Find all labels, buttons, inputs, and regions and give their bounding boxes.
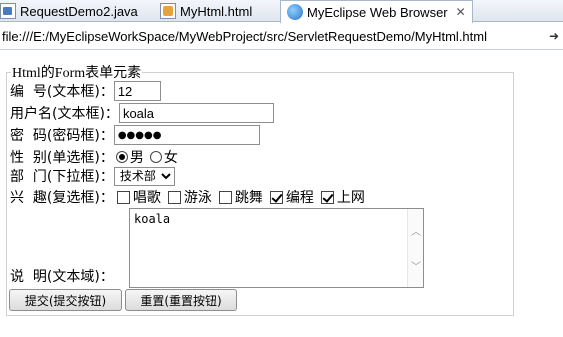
- textarea-scrollbar[interactable]: ︿ ﹀: [407, 209, 423, 287]
- gender-label: 性 别(单选框)：: [10, 150, 114, 166]
- tab-label: RequestDemo2.java: [20, 3, 138, 19]
- tab-label: MyHtml.html: [180, 3, 253, 19]
- row-password: 密 码(密码框)： ●●●●●: [10, 124, 260, 146]
- gender-option-female[interactable]: 女: [148, 147, 178, 167]
- username-label: 用户名(文本框)：: [10, 106, 119, 122]
- address-bar: file:///E:/MyEclipseWorkSpace/MyWebProje…: [0, 24, 563, 50]
- hobby-dancing-label: 跳舞: [234, 190, 263, 206]
- tab-label: MyEclipse Web Browser: [307, 4, 448, 20]
- hobby-swimming[interactable]: 游泳: [165, 187, 212, 207]
- department-select[interactable]: 技术部: [113, 166, 175, 186]
- checkbox-swimming[interactable]: [167, 190, 181, 204]
- html-file-icon: [160, 3, 176, 19]
- hobby-singing[interactable]: 唱歌: [114, 187, 161, 207]
- hobby-internet[interactable]: 上网: [318, 187, 365, 207]
- hobby-programming-label: 编程: [285, 190, 314, 206]
- number-field[interactable]: [113, 81, 161, 101]
- chevron-down-icon[interactable]: ﹀: [411, 258, 421, 273]
- browser-content: Html的Form表单元素 编 号(文本框)： 用户名(文本框)： 密 码(密码…: [0, 52, 563, 337]
- department-label: 部 门(下拉框)：: [10, 169, 114, 185]
- checkbox-internet[interactable]: [320, 190, 334, 204]
- url-input[interactable]: file:///E:/MyEclipseWorkSpace/MyWebProje…: [2, 29, 487, 44]
- submit-button[interactable]: 提交(提交按钮): [9, 289, 122, 311]
- hobby-swimming-label: 游泳: [183, 190, 212, 206]
- tab-web-browser[interactable]: MyEclipse Web Browser ✕: [280, 0, 473, 23]
- hobby-programming[interactable]: 编程: [267, 187, 314, 207]
- close-icon[interactable]: ✕: [456, 5, 466, 19]
- hobby-singing-label: 唱歌: [132, 190, 161, 206]
- chevron-up-icon[interactable]: ︿: [411, 223, 421, 238]
- row-department: 部 门(下拉框)： 技术部: [10, 165, 175, 187]
- tab-myhtml-html[interactable]: MyHtml.html: [160, 0, 252, 22]
- checkbox-singing[interactable]: [116, 190, 130, 204]
- reset-button[interactable]: 重置(重置按钮): [125, 289, 237, 311]
- row-number: 编 号(文本框)：: [10, 80, 161, 102]
- radio-male[interactable]: [115, 151, 128, 163]
- java-file-icon: [0, 3, 16, 19]
- gender-female-label: 女: [163, 150, 178, 166]
- editor-tab-bar: RequestDemo2.java MyHtml.html MyEclipse …: [0, 0, 563, 23]
- row-username: 用户名(文本框)：: [10, 102, 274, 124]
- description-text: koala: [134, 212, 171, 226]
- username-field[interactable]: [118, 103, 274, 123]
- row-description: 说 明(文本域)：: [10, 265, 114, 287]
- hobby-dancing[interactable]: 跳舞: [216, 187, 263, 207]
- tab-requestdemo2-java[interactable]: RequestDemo2.java: [0, 0, 138, 22]
- globe-icon: [287, 4, 303, 20]
- hobbies-label: 兴 趣(复选框)：: [10, 190, 114, 206]
- description-label: 说 明(文本域)：: [10, 269, 114, 285]
- gender-option-male[interactable]: 男: [114, 147, 144, 167]
- checkbox-programming[interactable]: [269, 190, 283, 204]
- number-label: 编 号(文本框)：: [10, 84, 114, 100]
- password-label: 密 码(密码框)：: [10, 128, 114, 144]
- radio-female[interactable]: [149, 151, 162, 163]
- password-field[interactable]: ●●●●●: [113, 125, 260, 145]
- form-legend: Html的Form表单元素: [12, 66, 142, 81]
- arrow-right-icon[interactable]: ➜: [549, 29, 559, 43]
- gender-male-label: 男: [129, 150, 144, 166]
- description-textarea[interactable]: koala ︿ ﹀: [129, 208, 424, 288]
- row-hobbies: 兴 趣(复选框)： 唱歌 游泳 跳舞 编程 上网: [10, 186, 369, 208]
- checkbox-dancing[interactable]: [218, 190, 232, 204]
- hobby-internet-label: 上网: [336, 190, 365, 206]
